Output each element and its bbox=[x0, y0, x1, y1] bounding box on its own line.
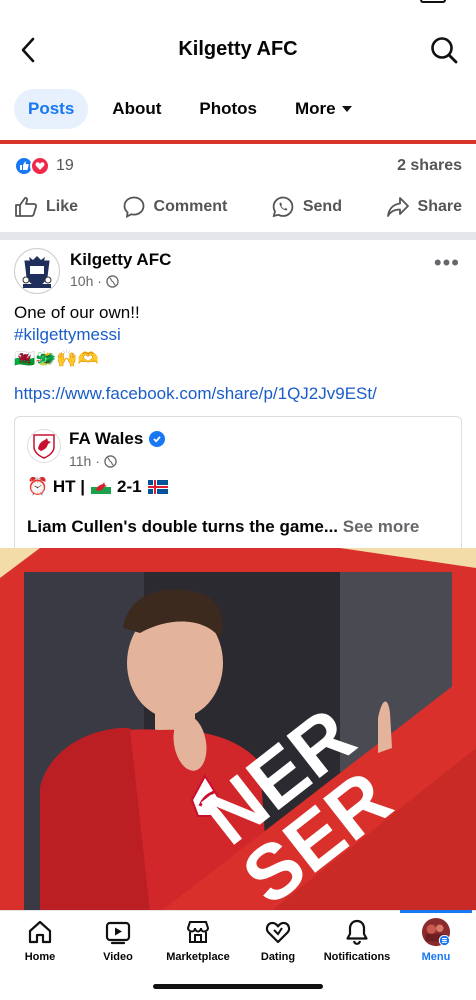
feed-divider bbox=[0, 232, 476, 240]
fa-wales-avatar[interactable] bbox=[27, 429, 61, 463]
nav-video-label: Video bbox=[103, 951, 133, 963]
post-emojis: 🏴󠁧󠁢󠁷󠁬󠁳󠁿🐲🙌🫶 bbox=[14, 349, 99, 368]
battery-icon bbox=[420, 0, 446, 3]
tab-more-label: More bbox=[295, 99, 336, 118]
shared-author-name: FA Wales bbox=[69, 429, 144, 448]
active-tab-indicator bbox=[400, 910, 472, 913]
nav-notifications-label: Notifications bbox=[323, 951, 391, 963]
like-label: Like bbox=[46, 198, 79, 215]
reactions-summary: 19 2 shares bbox=[14, 152, 462, 180]
tab-photos[interactable]: Photos bbox=[185, 89, 271, 129]
halftime-label: ⏰ HT | bbox=[27, 477, 86, 496]
share-label: Share bbox=[417, 198, 462, 215]
page-title: Kilgetty AFC bbox=[178, 38, 298, 60]
bell-icon bbox=[342, 917, 372, 947]
hashtag-link[interactable]: #kilgettymessi bbox=[14, 324, 462, 346]
nav-home[interactable]: Home bbox=[0, 917, 80, 963]
video-icon bbox=[103, 917, 133, 947]
shared-author[interactable]: FA Wales bbox=[69, 429, 166, 449]
nav-menu[interactable]: Menu bbox=[396, 917, 476, 963]
thumbs-up-icon bbox=[15, 196, 38, 217]
shared-snippet: Liam Cullen's double turns the game... S… bbox=[27, 517, 419, 537]
nav-home-label: Home bbox=[24, 951, 56, 963]
shared-meta: 11h · bbox=[69, 453, 117, 469]
post-meta: 10h · bbox=[70, 273, 119, 289]
share-button[interactable]: Share bbox=[378, 196, 470, 218]
tab-more[interactable]: More bbox=[281, 89, 366, 129]
nav-menu-label: Menu bbox=[421, 951, 451, 963]
dating-heart-icon bbox=[263, 917, 293, 947]
caret-down-icon bbox=[341, 106, 352, 112]
profile-menu-avatar bbox=[421, 917, 451, 947]
globe-icon bbox=[106, 274, 119, 288]
shared-time: 11h · bbox=[69, 453, 100, 469]
verified-badge-icon bbox=[149, 431, 166, 447]
club-crest-icon bbox=[22, 256, 52, 288]
post-time: 10h · bbox=[70, 273, 102, 289]
globe-icon bbox=[104, 454, 117, 468]
score-line: ⏰ HT | 2-1 bbox=[27, 477, 168, 497]
whatsapp-icon bbox=[272, 196, 294, 218]
post-url-link[interactable]: https://www.facebook.com/share/p/1QJ2Jv9… bbox=[14, 384, 377, 404]
nav-video[interactable]: Video bbox=[78, 917, 158, 963]
love-reaction-icon bbox=[30, 156, 50, 176]
dragon-crest-icon bbox=[33, 434, 55, 459]
status-bar bbox=[0, 0, 476, 10]
marketplace-icon bbox=[183, 917, 213, 947]
match-score: 2-1 bbox=[117, 477, 142, 496]
shared-post-card[interactable]: FA Wales 11h · ⏰ HT | 2-1 Liam Cullen's … bbox=[14, 416, 462, 548]
brand-divider bbox=[0, 140, 476, 144]
send-label: Send bbox=[302, 198, 342, 215]
post-text-line: One of our own!! bbox=[14, 303, 140, 322]
nav-notifications[interactable]: Notifications bbox=[317, 917, 397, 963]
post-options-button[interactable]: ••• bbox=[434, 250, 460, 276]
reaction-count-button[interactable]: 19 bbox=[14, 156, 74, 176]
post-photo[interactable]: NER SER bbox=[0, 548, 476, 912]
club-crest-avatar[interactable] bbox=[14, 248, 60, 294]
tab-posts[interactable]: Posts bbox=[14, 89, 89, 129]
page-header: Kilgetty AFC bbox=[0, 28, 476, 72]
nav-marketplace[interactable]: Marketplace bbox=[158, 917, 238, 963]
photo-graphic: NER SER bbox=[0, 548, 476, 912]
search-button[interactable] bbox=[428, 34, 460, 66]
shares-count[interactable]: 2 shares bbox=[397, 157, 462, 175]
post-actions: Like Comment Send Share bbox=[6, 190, 470, 224]
comment-icon bbox=[123, 196, 144, 219]
nav-marketplace-label: Marketplace bbox=[166, 951, 230, 963]
nav-dating[interactable]: Dating bbox=[238, 917, 318, 963]
post-header: Kilgetty AFC 10h · ••• bbox=[14, 248, 462, 294]
wales-flag-icon bbox=[91, 480, 112, 494]
search-icon bbox=[431, 37, 458, 64]
home-icon bbox=[25, 917, 55, 947]
reaction-count: 19 bbox=[56, 157, 74, 174]
nav-dating-label: Dating bbox=[260, 951, 296, 963]
send-button[interactable]: Send bbox=[263, 195, 350, 219]
tab-about[interactable]: About bbox=[98, 89, 175, 129]
post-body: One of our own!! #kilgettymessi 🏴󠁧󠁢󠁷󠁬󠁳󠁿🐲… bbox=[14, 302, 462, 370]
like-button[interactable]: Like bbox=[6, 196, 86, 218]
share-arrow-icon bbox=[386, 197, 409, 217]
post-author-name[interactable]: Kilgetty AFC bbox=[70, 250, 171, 270]
home-indicator bbox=[153, 984, 323, 989]
snippet-text: Liam Cullen's double turns the game... bbox=[27, 517, 339, 536]
profile-tabs: Posts About Photos More bbox=[14, 88, 462, 130]
comment-button[interactable]: Comment bbox=[114, 195, 236, 219]
see-more-link[interactable]: See more bbox=[343, 517, 420, 536]
comment-label: Comment bbox=[153, 198, 228, 215]
iceland-flag-icon bbox=[147, 480, 168, 494]
